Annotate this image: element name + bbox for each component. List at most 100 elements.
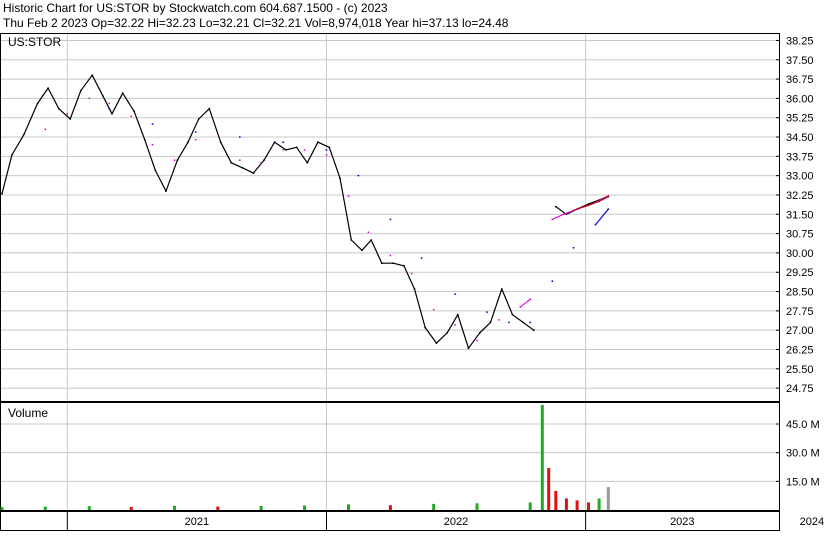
point-price — [413, 288, 416, 290]
point-ma-long — [508, 321, 510, 324]
point-price — [252, 172, 255, 175]
point-ma-long — [486, 311, 488, 313]
point-ma-short — [303, 149, 306, 151]
volume-bar — [564, 498, 568, 510]
point-ma-long — [454, 293, 456, 295]
year-label: 2024 — [800, 516, 824, 528]
point-ma-long — [282, 141, 285, 144]
point-ma-short — [130, 115, 133, 118]
point-price — [467, 347, 470, 350]
point-price — [11, 154, 13, 156]
point-price — [273, 141, 276, 144]
price-tick-label: 37.50 — [786, 55, 814, 67]
point-ma-long — [238, 136, 241, 138]
point-ma-short — [108, 102, 111, 105]
volume-bar — [528, 502, 532, 510]
point-ma-long — [357, 174, 360, 177]
point-ma-short — [432, 308, 435, 311]
point-price — [456, 313, 459, 316]
point-price — [263, 159, 265, 162]
point-price — [91, 74, 94, 77]
volume-tick-label: 30.0 M — [786, 448, 820, 460]
point-ma-long — [594, 223, 597, 226]
volume-bar — [303, 505, 306, 510]
point-price — [154, 169, 157, 172]
point-ma-tail — [572, 209, 575, 212]
point-ma-short — [238, 159, 241, 162]
price-tick-label: 35.25 — [786, 113, 814, 125]
point-ma-long — [151, 123, 154, 125]
point-ma-short — [367, 231, 370, 234]
point-price — [1, 192, 3, 195]
point-ma-long — [529, 321, 532, 324]
point-ma-short — [44, 128, 47, 131]
point-price — [403, 264, 405, 267]
point-price — [143, 138, 146, 141]
point-price — [328, 146, 331, 149]
point-price — [435, 342, 438, 344]
point-price — [230, 161, 233, 164]
point-price — [57, 107, 60, 110]
year-label: 2022 — [444, 516, 468, 528]
volume-bar — [173, 505, 176, 510]
point-ma-short — [260, 161, 262, 164]
point-ma-short — [562, 213, 565, 216]
price-tick-label: 38.25 — [786, 35, 814, 47]
point-price — [285, 149, 287, 151]
volume-bar — [597, 498, 601, 510]
point-ma-long — [325, 149, 328, 151]
price-tick-label: 24.75 — [786, 383, 814, 395]
point-ma-long — [194, 131, 197, 133]
point-price — [241, 167, 244, 169]
price-tick-label: 29.25 — [786, 267, 814, 279]
volume-bar — [575, 500, 579, 510]
volume-bar — [388, 505, 392, 510]
price-tick-label: 34.50 — [786, 132, 814, 144]
point-price — [478, 331, 481, 334]
price-tick-label: 36.00 — [786, 93, 814, 105]
price-tick-label: 33.75 — [786, 151, 814, 163]
volume-bar — [259, 506, 263, 510]
volume-bar — [87, 506, 91, 510]
point-ma-tail — [587, 204, 590, 207]
point-price — [79, 89, 82, 92]
point-ma-long — [551, 280, 554, 283]
volume-bar — [43, 506, 47, 510]
point-price — [47, 87, 49, 89]
point-price — [219, 141, 222, 144]
point-ma-tail — [598, 200, 600, 203]
point-ma-long — [572, 246, 575, 249]
year-label: 2021 — [185, 516, 209, 528]
point-price — [187, 141, 189, 144]
volume-tick-label: 45.0 M — [786, 419, 820, 431]
point-price — [489, 321, 492, 324]
price-tick-label: 32.25 — [786, 190, 814, 202]
point-ma-short — [347, 195, 350, 198]
point-price — [197, 118, 200, 120]
point-ma-short — [410, 272, 413, 275]
point-price — [101, 94, 104, 97]
volume-bar — [475, 503, 479, 510]
point-ma-short — [476, 339, 478, 342]
point-ma-short — [88, 97, 91, 100]
point-price — [446, 331, 449, 334]
point-price — [69, 118, 72, 120]
point-price — [511, 313, 514, 316]
point-ma-short — [389, 254, 392, 257]
volume-bar — [0, 507, 4, 510]
stock-chart: 38.25 37.50 36.75 36.00 35.25 34.50 33.75 33.00… — [0, 33, 824, 531]
volume-bar — [540, 404, 544, 510]
point-price — [121, 92, 124, 95]
volume-panel — [0, 402, 780, 511]
volume-bar — [216, 506, 220, 510]
price-tick-label: 36.75 — [786, 74, 814, 86]
volume-bar — [547, 468, 551, 510]
point-price — [306, 161, 309, 164]
point-ma-long — [389, 218, 392, 221]
point-ma-short — [66, 112, 69, 115]
point-price — [133, 110, 136, 113]
point-ma-short — [325, 154, 328, 156]
volume-bar — [606, 487, 610, 510]
price-tick-label: 26.25 — [786, 344, 814, 356]
point-ma-long — [108, 107, 111, 110]
